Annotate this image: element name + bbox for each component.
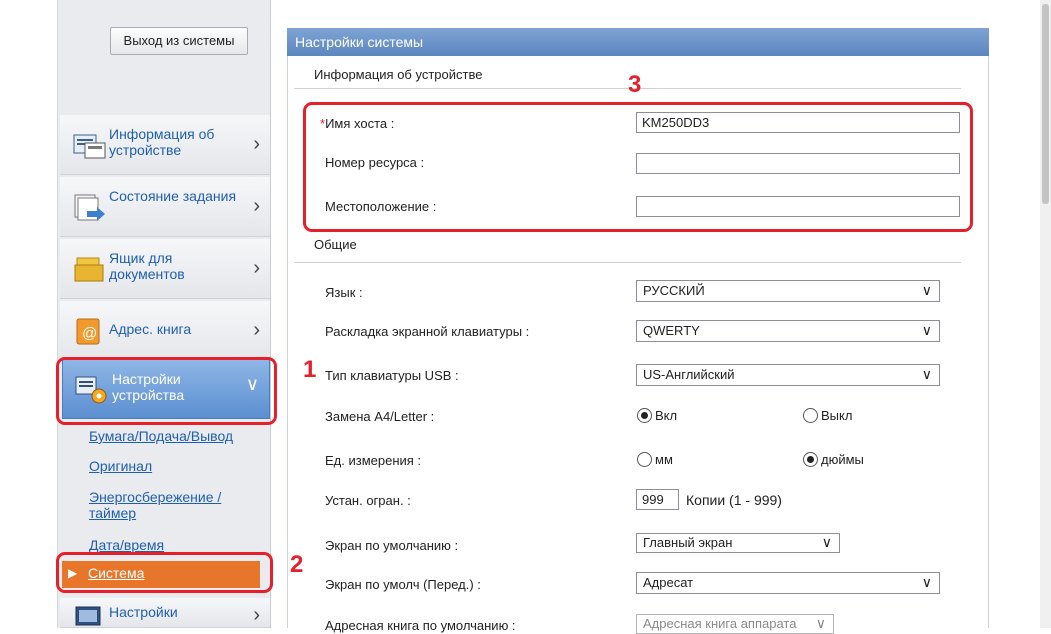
a4letter-off-radio[interactable]: Выкл [803, 407, 852, 424]
radio-selected-icon [803, 452, 818, 468]
sidebar-item-label: Состояние задания [109, 188, 237, 204]
address-book-icon: @ [76, 318, 100, 345]
language-select[interactable]: РУССКИЙ ∨ [636, 280, 940, 302]
document-box-icon [74, 257, 104, 282]
radio-selected-icon [637, 408, 652, 424]
chevron-down-icon: ∨ [821, 534, 832, 550]
usb-keyboard-select[interactable]: US-Английский ∨ [636, 364, 940, 386]
units-label: Ед. измерения : [325, 453, 422, 468]
callout-number-1: 1 [303, 356, 317, 383]
sidebar-item-label: Ящик для документов [109, 250, 185, 282]
limit-input[interactable]: 999 [636, 489, 679, 510]
callout-box-3 [303, 102, 973, 232]
a4letter-on-radio[interactable]: Вкл [637, 407, 677, 424]
callout-number-3: 3 [628, 71, 642, 98]
chevron-right-icon: › [253, 604, 260, 626]
chevron-right-icon: › [253, 195, 260, 217]
sidebar-item-job-status[interactable]: Состояние задания › [60, 177, 270, 237]
logout-button[interactable]: Выход из системы [110, 27, 248, 55]
limit-label: Устан. огран. : [325, 493, 411, 508]
radio-icon [803, 408, 818, 424]
panel-title: Настройки системы [287, 28, 989, 56]
callout-number-2: 2 [290, 551, 304, 578]
usb-keyboard-label: Тип клавиатуры USB : [325, 368, 459, 383]
language-label: Язык : [325, 285, 363, 300]
chevron-right-icon: › [253, 319, 260, 341]
default-addrbook-select[interactable]: Адресная книга аппарата ∨ [636, 614, 834, 634]
limit-suffix: Копии (1 - 999) [686, 492, 782, 508]
units-inch-radio[interactable]: дюймы [803, 451, 864, 468]
job-status-icon [74, 194, 105, 221]
radio-icon [637, 452, 652, 468]
sidebar-item-device-info[interactable]: Информация об устройстве › [60, 115, 270, 175]
keyboard-layout-label: Раскладка экранной клавиатуры : [325, 324, 530, 339]
chevron-down-icon: ∨ [921, 282, 932, 298]
chevron-right-icon: › [253, 257, 260, 279]
device-info-icon [73, 134, 106, 159]
default-screen-send-select[interactable]: Адресат ∨ [636, 572, 940, 594]
units-mm-radio[interactable]: мм [637, 451, 673, 468]
chevron-down-icon: ∨ [815, 615, 826, 631]
sidebar-item-document-box[interactable]: Ящик для документов › [60, 239, 270, 299]
sidebar-sub-original[interactable]: Оригинал [89, 458, 152, 474]
section-general: Общие [314, 237, 357, 252]
keyboard-layout-select[interactable]: QWERTY ∨ [636, 320, 940, 342]
callout-box-1 [56, 357, 277, 425]
sidebar-sub-energy[interactable]: Энергосбережение / таймер [89, 489, 249, 521]
default-screen-label: Экран по умолчанию : [325, 538, 459, 553]
default-screen-send-label: Экран по умолч (Перед.) : [325, 577, 481, 592]
sidebar-item-address-book[interactable]: @ Адрес. книга › [60, 301, 270, 361]
divider [294, 262, 961, 263]
chevron-down-icon: ∨ [921, 574, 932, 590]
chevron-down-icon: ∨ [921, 322, 932, 338]
callout-box-2 [56, 552, 273, 593]
chevron-right-icon: › [253, 133, 260, 155]
chevron-down-icon: ∨ [921, 366, 932, 382]
sidebar-item-function-settings[interactable]: Настройки › [60, 598, 270, 628]
sidebar-sub-paper[interactable]: Бумага/Подача/Вывод [89, 428, 233, 444]
sidebar-item-label: Информация об устройстве [109, 126, 215, 158]
svg-text:@: @ [82, 325, 97, 342]
sidebar-sub-datetime[interactable]: Дата/время [89, 537, 164, 553]
default-addrbook-label: Адресная книга по умолчанию : [325, 618, 516, 633]
sidebar-item-label: Адрес. книга [109, 321, 192, 337]
scrollbar-thumb[interactable] [1042, 4, 1049, 204]
a4letter-label: Замена A4/Letter : [325, 409, 435, 424]
section-device-info: Информация об устройстве [314, 67, 483, 82]
sidebar-item-label: Настройки [109, 604, 178, 620]
default-screen-select[interactable]: Главный экран ∨ [636, 533, 840, 553]
